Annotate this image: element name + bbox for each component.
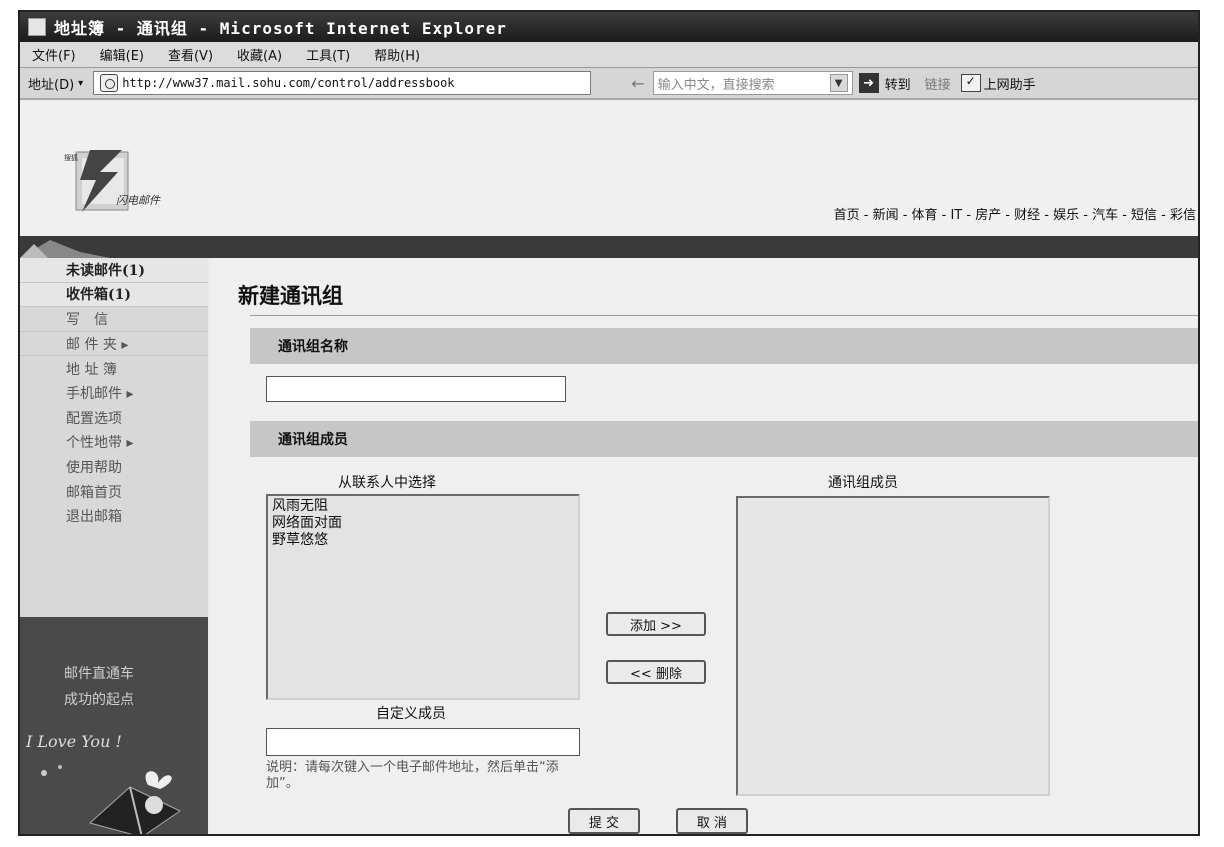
members-listbox[interactable] — [736, 496, 1050, 796]
address-label: 地址(D) — [28, 77, 75, 93]
submit-button[interactable]: 提 交 — [568, 808, 640, 834]
sidebar-item-personal[interactable]: 个性地带 ▸ — [20, 430, 208, 455]
contacts-label: 从联系人中选择 — [338, 475, 436, 491]
members-section-header: 通讯组成员 — [250, 421, 1198, 457]
contact-option[interactable]: 网络面对面 — [272, 515, 574, 532]
sidebar: 未读邮件(1) 收件箱(1) 写 信 邮 件 夹 ▸ 地 址 簿 手机邮件 ▸ … — [20, 258, 208, 834]
svg-text:搜狐: 搜狐 — [64, 153, 78, 162]
browser-window: 地址簿 - 通讯组 - Microsoft Internet Explorer … — [18, 10, 1200, 836]
helper-button[interactable]: 上网助手 — [960, 74, 1036, 93]
go-button[interactable]: ➜ 转到 — [858, 73, 911, 93]
sidebar-item-mobile-mail[interactable]: 手机邮件 ▸ — [20, 381, 208, 406]
url-field[interactable]: http://www37.mail.sohu.com/control/addre… — [93, 71, 592, 95]
address-bar: 地址(D) ▾ http://www37.mail.sohu.com/contr… — [20, 68, 1198, 100]
promo-line-1: 邮件直通车 — [64, 666, 134, 682]
checkbox-icon — [960, 74, 981, 92]
sidebar-item-unread[interactable]: 未读邮件(1) — [20, 258, 208, 283]
ie-app-icon — [28, 18, 46, 36]
sidebar-item-settings[interactable]: 配置选项 — [20, 406, 208, 431]
remove-member-button[interactable]: << 删除 — [606, 660, 706, 684]
help-note: 说明：请每次键入一个电子邮件地址，然后单击“添加”。 — [266, 760, 559, 791]
search-input[interactable]: 输入中文，直接搜索 ▼ — [652, 71, 853, 95]
main-content: 新建通讯组 通讯组名称 通讯组成员 从联系人中选择 风雨无阻 网络面对面 野草悠… — [210, 258, 1198, 834]
lightning-deco-icon — [20, 240, 110, 258]
menu-view[interactable]: 查看(V) — [168, 45, 213, 64]
title-divider — [250, 315, 1198, 316]
menu-favorites[interactable]: 收藏(A) — [237, 45, 282, 64]
sidebar-item-logout[interactable]: 退出邮箱 — [20, 504, 208, 529]
page-title: 新建通讯组 — [238, 283, 343, 308]
window-title: 地址簿 - 通讯组 - Microsoft Internet Explorer — [54, 19, 507, 38]
sidebar-item-help[interactable]: 使用帮助 — [20, 455, 208, 480]
page-icon — [100, 74, 119, 92]
sidebar-promo: 邮件直通车 成功的起点 I Love You ! — [20, 617, 208, 834]
members-label: 通讯组成员 — [828, 475, 898, 491]
contact-option[interactable]: 风雨无阻 — [272, 498, 574, 515]
sidebar-item-inbox[interactable]: 收件箱(1) — [20, 282, 208, 308]
sidebar-item-compose[interactable]: 写 信 — [20, 307, 208, 332]
back-arrow-icon: ← — [631, 73, 645, 93]
name-section-header: 通讯组名称 — [250, 328, 1198, 364]
menu-tools[interactable]: 工具(T) — [306, 45, 350, 64]
title-bar: 地址簿 - 通讯组 - Microsoft Internet Explorer — [20, 12, 1198, 42]
add-member-button[interactable]: 添加 >> — [606, 612, 706, 636]
svg-text:闪电邮件: 闪电邮件 — [116, 194, 161, 207]
custom-member-input[interactable] — [266, 728, 580, 756]
sidebar-item-mail-home[interactable]: 邮箱首页 — [20, 479, 208, 504]
sidebar-item-folders[interactable]: 邮 件 夹 ▸ — [20, 332, 208, 357]
group-name-input[interactable] — [266, 376, 566, 402]
cancel-button[interactable]: 取 消 — [676, 808, 748, 834]
menu-edit[interactable]: 编辑(E) — [100, 45, 144, 64]
site-banner: 搜狐 闪电邮件 首页 - 新闻 - 体育 - IT - 房产 - 财经 - 娱乐… — [20, 102, 1198, 236]
custom-member-label: 自定义成员 — [376, 706, 446, 722]
promo-line-2: 成功的起点 — [64, 692, 134, 708]
go-arrow-icon: ➜ — [858, 73, 879, 93]
contact-option[interactable]: 野草悠悠 — [272, 532, 574, 549]
sohu-mail-logo-icon: 搜狐 闪电邮件 — [64, 150, 161, 212]
search-placeholder: 输入中文，直接搜索 — [657, 77, 775, 93]
links-button[interactable]: 链接 — [925, 74, 951, 93]
address-dropdown-icon[interactable]: ▾ — [78, 78, 83, 89]
banner-strip — [20, 236, 1198, 258]
go-label: 转到 — [884, 77, 911, 93]
contacts-listbox[interactable]: 风雨无阻 网络面对面 野草悠悠 — [266, 494, 580, 700]
menu-file[interactable]: 文件(F) — [32, 45, 76, 64]
gift-box-icon: I Love You ! — [25, 732, 181, 834]
menu-help[interactable]: 帮助(H) — [374, 45, 420, 64]
helper-label: 上网助手 — [983, 77, 1036, 93]
url-text[interactable]: http://www37.mail.sohu.com/control/addre… — [122, 76, 454, 90]
top-nav[interactable]: 首页 - 新闻 - 体育 - IT - 房产 - 财经 - 娱乐 - 汽车 - … — [834, 204, 1196, 223]
search-dropdown-icon[interactable]: ▼ — [829, 74, 848, 92]
svg-text:I Love You !: I Love You ! — [25, 732, 122, 751]
sidebar-item-addressbook[interactable]: 地 址 簿 — [20, 356, 208, 381]
menu-bar: 文件(F) 编辑(E) 查看(V) 收藏(A) 工具(T) 帮助(H) — [20, 42, 1198, 68]
